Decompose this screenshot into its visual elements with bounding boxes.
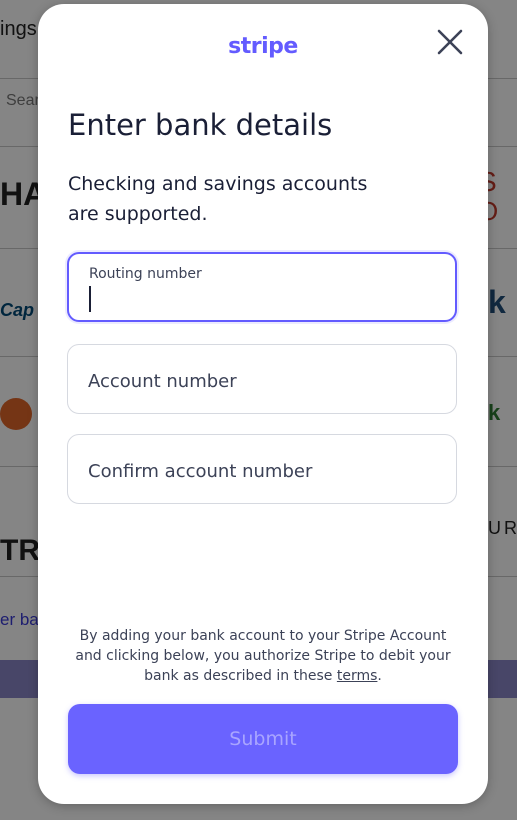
bank-details-modal: stripe Enter bank details Checking and s… [38,4,488,804]
routing-number-label: Routing number [89,266,202,282]
close-button[interactable] [434,26,466,58]
close-icon [437,29,463,55]
page-title: Enter bank details [68,108,333,142]
confirm-account-number-field[interactable]: Confirm account number [67,434,457,504]
stripe-logo: stripe [228,34,298,59]
submit-button[interactable]: Submit [68,704,458,774]
account-number-field[interactable]: Account number [67,344,457,414]
subtitle: Checking and savings accounts are suppor… [68,173,368,225]
confirm-account-number-label: Confirm account number [88,461,313,482]
legal-text-end: . [377,668,382,684]
legal-text: By adding your bank account to your Stri… [68,626,458,686]
terms-link[interactable]: terms [337,668,378,684]
legal-text-body: By adding your bank account to your Stri… [75,628,451,684]
account-number-label: Account number [88,371,237,392]
routing-number-field[interactable]: Routing number [67,252,457,322]
text-caret [89,286,91,312]
